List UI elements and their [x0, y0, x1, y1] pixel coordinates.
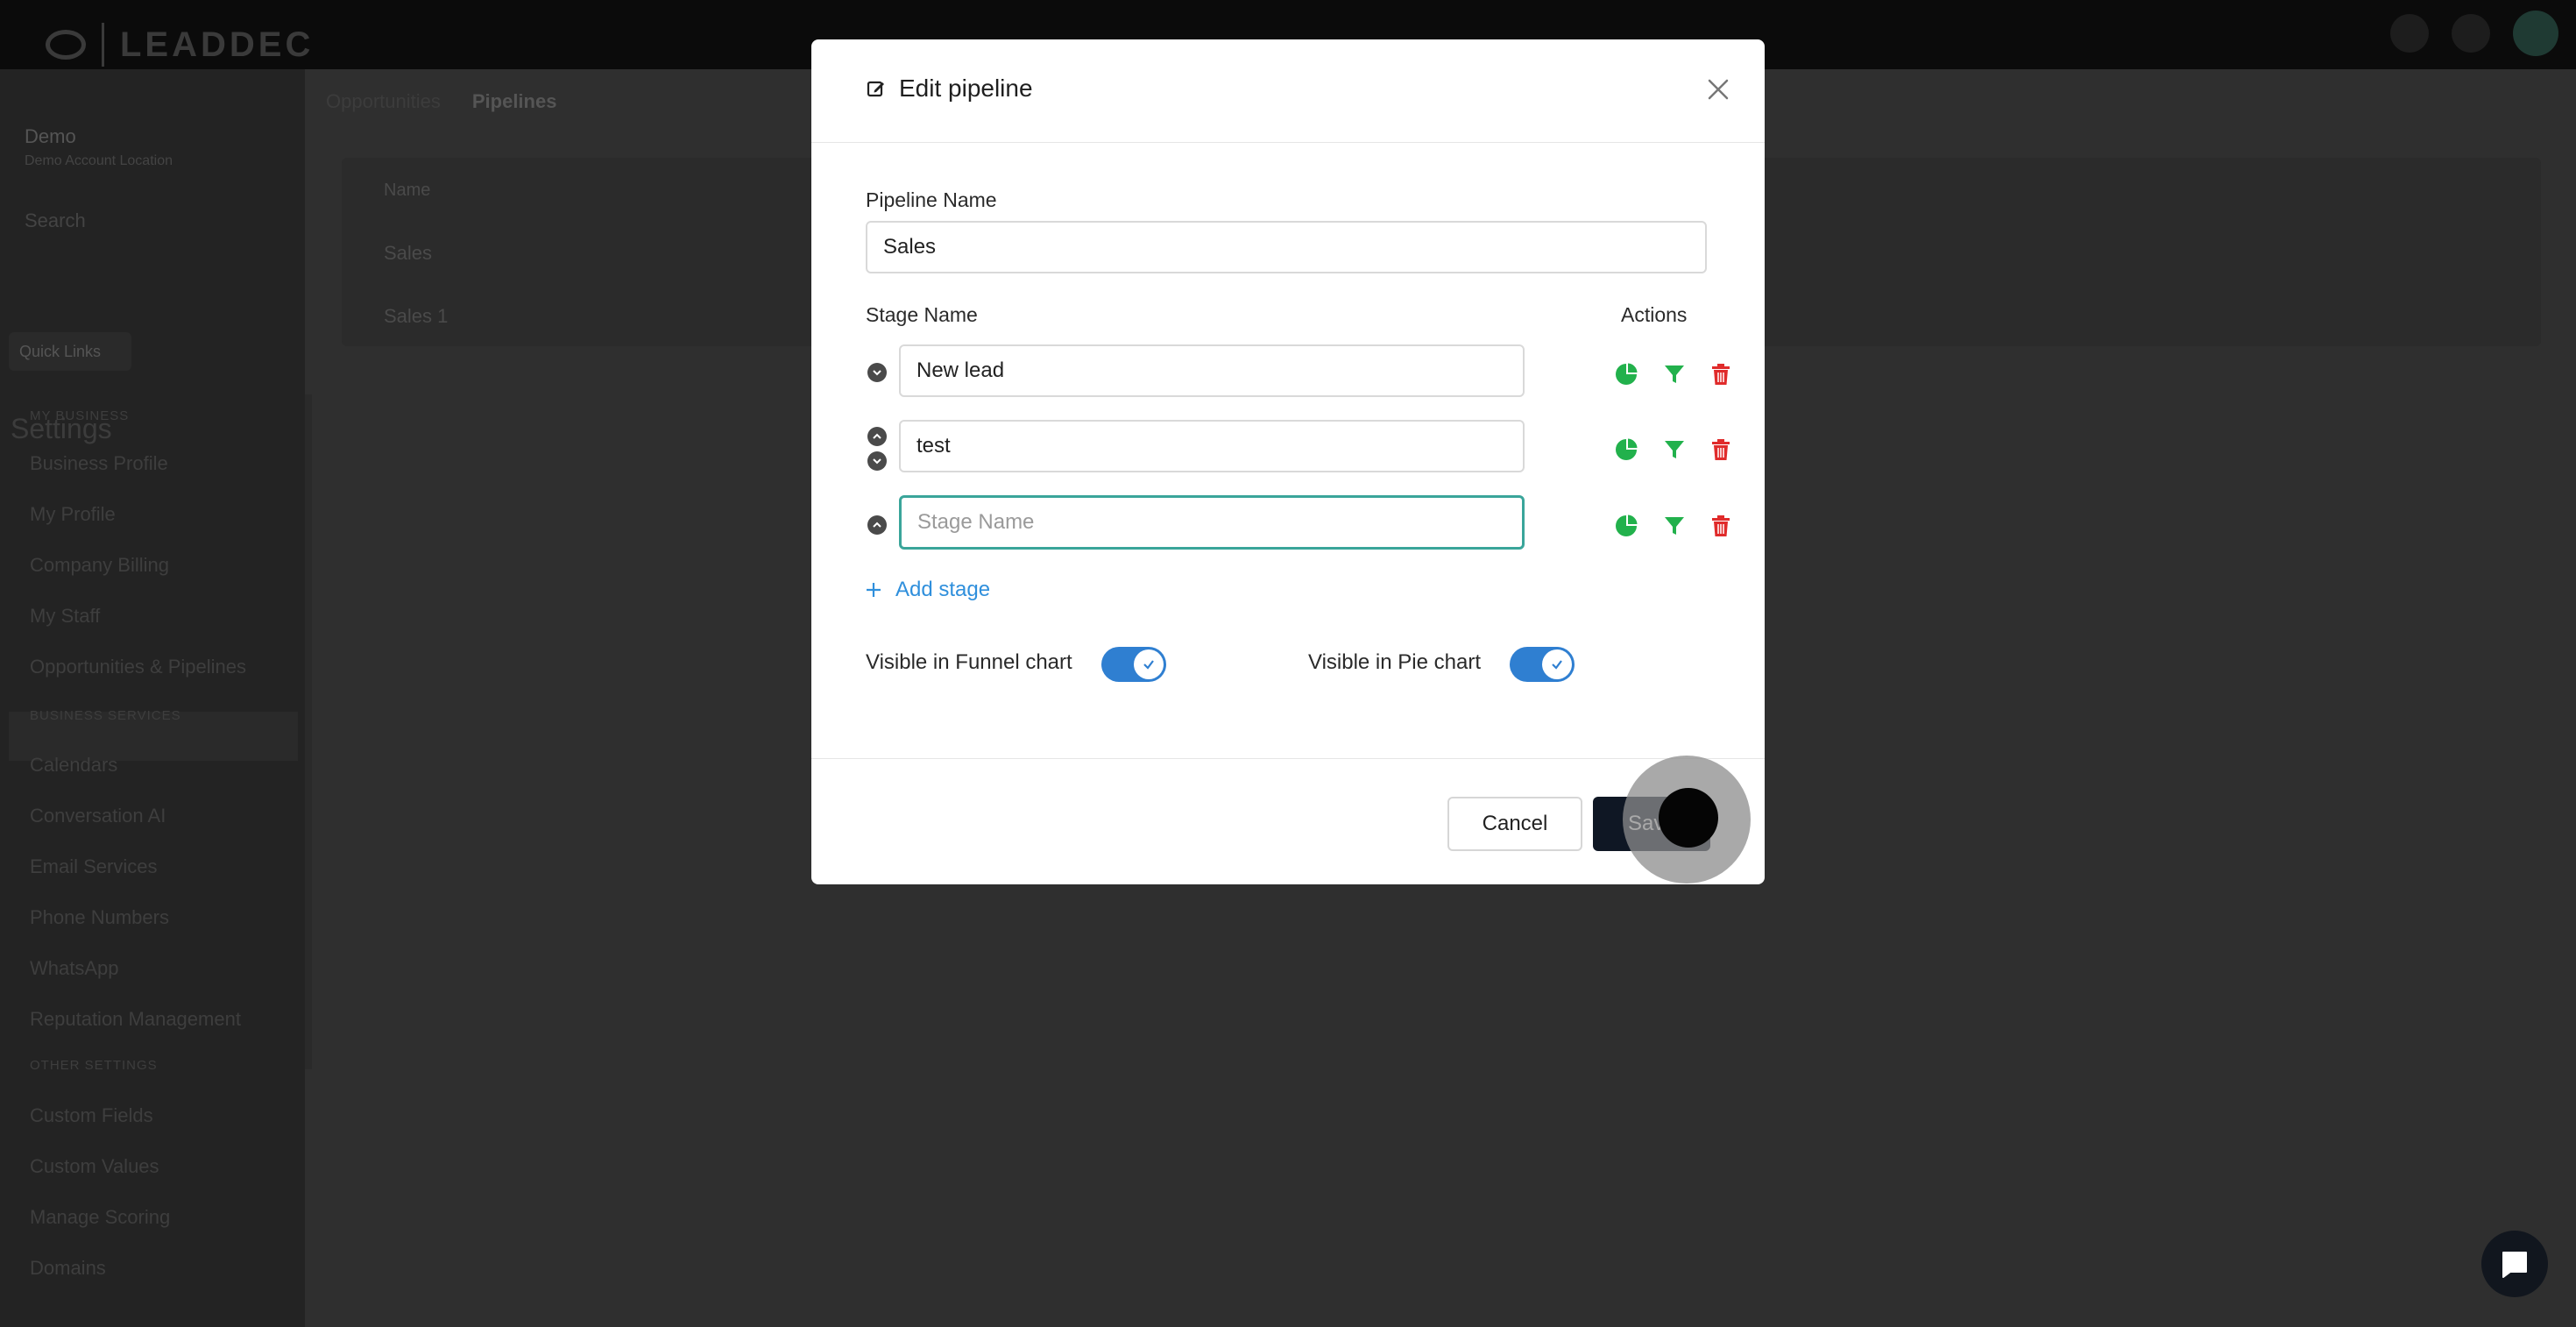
- sidebar-item-custom-values[interactable]: Custom Values: [30, 1155, 159, 1178]
- bell-icon[interactable]: [2452, 14, 2490, 53]
- check-icon: [1552, 660, 1562, 670]
- chevron-down-icon: [873, 458, 881, 465]
- move-down-button[interactable]: [867, 363, 887, 382]
- click-indicator-dot: [1659, 788, 1718, 848]
- filter-icon[interactable]: [1663, 363, 1686, 386]
- sidebar-item-custom-fields[interactable]: Custom Fields: [30, 1104, 153, 1127]
- stage-name-header: Stage Name: [866, 303, 978, 326]
- account-name: Demo: [25, 125, 76, 147]
- phone-icon[interactable]: [2390, 14, 2429, 53]
- check-icon: [1143, 660, 1154, 670]
- pie-chart-icon[interactable]: [1615, 438, 1638, 461]
- move-down-button[interactable]: [867, 451, 887, 471]
- cancel-button[interactable]: Cancel: [1447, 797, 1582, 851]
- sidebar: Demo Demo Account Location Search Quick …: [0, 69, 305, 1327]
- filter-icon[interactable]: [1663, 438, 1686, 461]
- trash-icon[interactable]: [1709, 438, 1732, 461]
- sidebar-item-company-billing[interactable]: Company Billing: [30, 554, 169, 577]
- tab-opportunities[interactable]: Opportunities: [326, 90, 441, 113]
- section-heading: BUSINESS SERVICES: [30, 708, 181, 723]
- move-up-button[interactable]: [867, 515, 887, 535]
- chevron-up-icon: [873, 433, 881, 439]
- close-icon: [1708, 79, 1729, 100]
- logo-text: LEADDEC: [120, 25, 315, 64]
- close-button[interactable]: [1698, 69, 1738, 110]
- sidebar-item-phone-numbers[interactable]: Phone Numbers: [30, 906, 169, 929]
- sidebar-item-opportunities[interactable]: Opportunities & Pipelines: [30, 656, 246, 678]
- sidebar-search[interactable]: Search: [25, 209, 287, 245]
- account-sub: Demo Account Location: [25, 153, 173, 168]
- toggle-knob: [1134, 649, 1164, 679]
- tab-pipelines[interactable]: Pipelines: [472, 90, 557, 113]
- section-heading: MY BUSINESS: [30, 408, 130, 423]
- sidebar-item-whatsapp[interactable]: WhatsApp: [30, 957, 119, 980]
- toggle-knob: [1542, 649, 1572, 679]
- plus-icon: [867, 583, 881, 597]
- account-switcher[interactable]: Demo Demo Account Location: [25, 125, 296, 169]
- sidebar-item-email-services[interactable]: Email Services: [30, 855, 157, 878]
- top-bar-actions: [2390, 11, 2558, 56]
- modal-title: Edit pipeline: [866, 75, 1033, 103]
- pie-chart-toggle[interactable]: [1510, 647, 1575, 682]
- table-header-name: Name: [384, 181, 431, 200]
- modal-header: Edit pipeline: [811, 39, 1765, 143]
- table-row[interactable]: Sales: [384, 242, 432, 265]
- chat-widget-button[interactable]: [2481, 1231, 2548, 1297]
- sidebar-item-business-profile[interactable]: Business Profile: [30, 452, 168, 475]
- filter-icon[interactable]: [1663, 514, 1686, 537]
- actions-header: Actions: [1621, 303, 1688, 326]
- chat-icon: [2502, 1252, 2527, 1278]
- sidebar-item-reputation[interactable]: Reputation Management: [30, 1008, 241, 1031]
- section-heading: OTHER SETTINGS: [30, 1058, 158, 1073]
- add-stage-label: Add stage: [895, 578, 991, 601]
- sidebar-item-conversation-ai[interactable]: Conversation AI: [30, 805, 166, 827]
- main-tabs: Opportunities Pipelines: [326, 90, 556, 113]
- logo-mark-icon: [46, 30, 86, 60]
- table-row[interactable]: Sales 1: [384, 305, 448, 328]
- sidebar-item-domains[interactable]: Domains: [30, 1257, 106, 1280]
- modal-title-text: Edit pipeline: [899, 75, 1033, 102]
- quick-links-button[interactable]: Quick Links: [9, 332, 131, 371]
- modal-footer-divider: [811, 758, 1765, 759]
- logo-divider: [102, 23, 104, 67]
- sidebar-scrollbar[interactable]: [305, 394, 312, 1069]
- avatar[interactable]: [2513, 11, 2558, 56]
- sidebar-item-calendars[interactable]: Calendars: [30, 754, 117, 777]
- edit-icon: [867, 81, 884, 97]
- pie-toggle-label: Visible in Pie chart: [1308, 650, 1481, 674]
- pipeline-name-input[interactable]: [866, 221, 1707, 273]
- funnel-toggle-label: Visible in Funnel chart: [866, 650, 1072, 674]
- pie-chart-icon[interactable]: [1615, 363, 1638, 386]
- stage-name-input[interactable]: [899, 344, 1525, 397]
- pipeline-name-label: Pipeline Name: [866, 188, 997, 211]
- sidebar-item-my-staff[interactable]: My Staff: [30, 605, 100, 628]
- stage-name-input[interactable]: [899, 420, 1525, 472]
- sidebar-item-manage-scoring[interactable]: Manage Scoring: [30, 1206, 170, 1229]
- chevron-up-icon: [873, 522, 881, 528]
- pie-chart-icon[interactable]: [1615, 514, 1638, 537]
- edit-pipeline-modal: Edit pipeline Pipeline Name Stage Name A…: [811, 39, 1765, 884]
- stage-name-input[interactable]: [899, 495, 1525, 550]
- funnel-chart-toggle[interactable]: [1101, 647, 1166, 682]
- add-stage-button[interactable]: Add stage: [866, 578, 990, 602]
- app-logo: LEADDEC: [46, 23, 314, 67]
- chevron-down-icon: [873, 370, 881, 376]
- sidebar-item-my-profile[interactable]: My Profile: [30, 503, 116, 526]
- trash-icon[interactable]: [1709, 363, 1732, 386]
- trash-icon[interactable]: [1709, 514, 1732, 537]
- move-up-button[interactable]: [867, 427, 887, 446]
